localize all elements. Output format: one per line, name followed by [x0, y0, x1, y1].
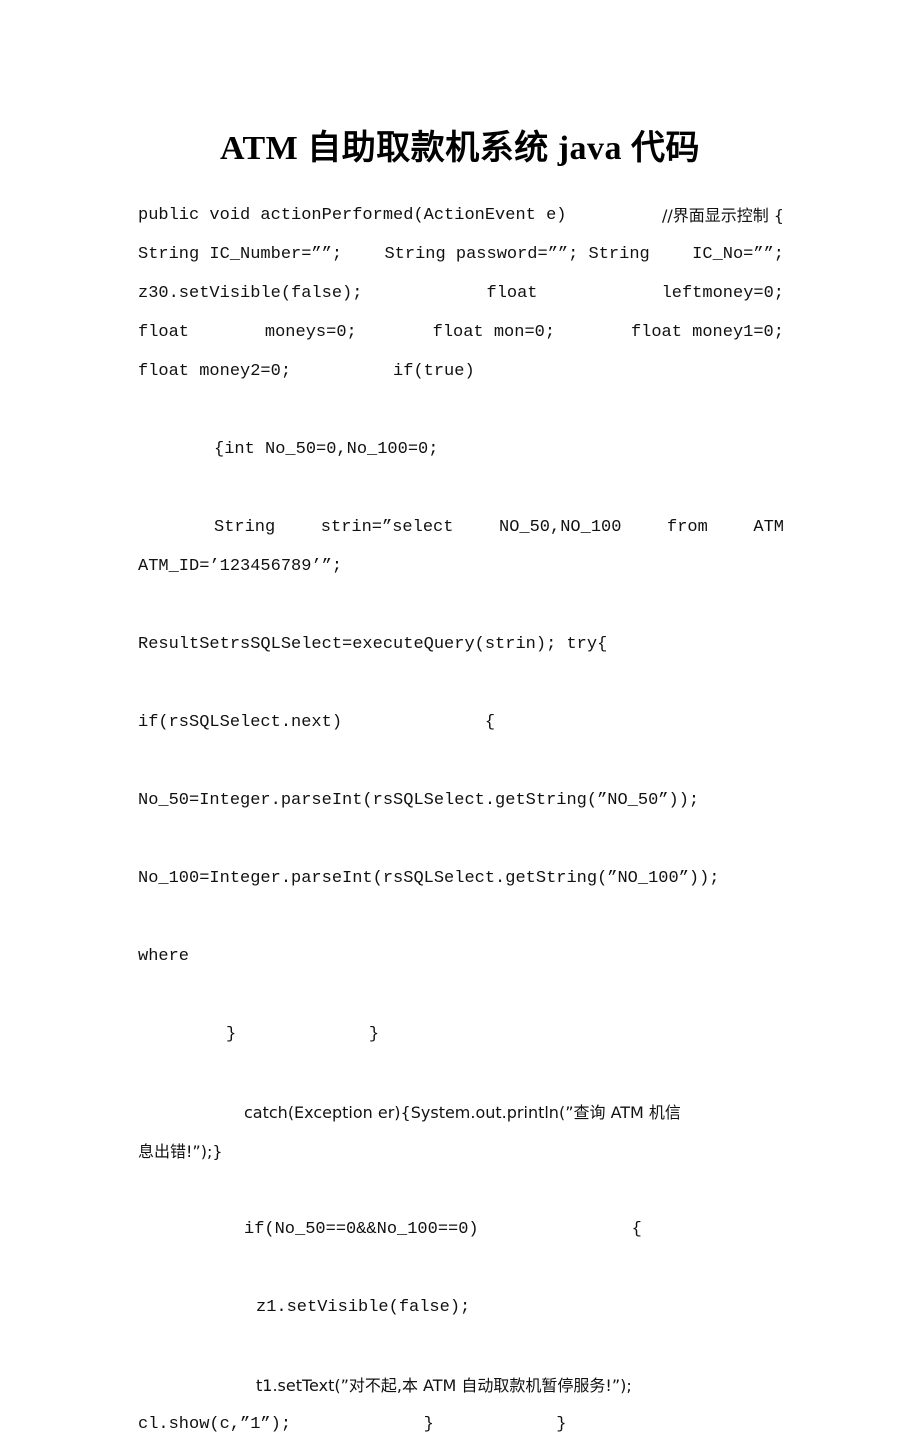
code-line: {int No_50=0,No_100=0;	[214, 440, 439, 459]
code-line: ResultSetrsSQLSelect=executeQuery(strin)…	[138, 635, 608, 654]
code-segment: NO_50,NO_100	[499, 518, 622, 537]
code-segment: //界面显示控制 {	[661, 206, 784, 225]
code-line: if(No_50==0&&No_100==0) {	[244, 1220, 642, 1239]
code-line: ATM_ID=’123456789’”;	[138, 557, 343, 576]
code-segment: String	[214, 518, 276, 537]
code-segment: float	[138, 323, 190, 342]
page-title: ATM 自助取款机系统 java 代码	[219, 129, 701, 167]
code-segment: strin=”select	[320, 518, 454, 537]
code-line: No_100=Integer.parseInt(rsSQLSelect.getS…	[138, 869, 720, 888]
code-segment: t1.setText(”对不起,本 ATM 自动取款机暂停服务!”);	[256, 1376, 632, 1395]
code-line: float moneys=0; float mon=0; float money1=0…	[138, 313, 784, 352]
code-line: No_50=Integer.parseInt(rsSQLSelect.getSt…	[138, 791, 700, 810]
code-line: } }	[226, 1025, 380, 1044]
code-line: catch(Exception er){System.out.println(”…	[138, 1093, 784, 1132]
code-segment: float	[486, 284, 538, 303]
code-segment: String IC_Number=””;	[138, 245, 343, 264]
code-line: String IC_Number=””; String password=””; …	[138, 235, 784, 274]
code-line: 息出错!”);}	[138, 1142, 223, 1161]
code-segment: public void actionPerformed(ActionEvent …	[138, 206, 567, 225]
code-segment: float mon=0;	[432, 323, 556, 342]
code-segment: z30.setVisible(false);	[138, 284, 363, 303]
code-line: z1.setVisible(false);	[256, 1298, 471, 1317]
code-line: public void actionPerformed(ActionEvent …	[138, 196, 784, 235]
code-line: float money2=0; if(true)	[138, 362, 475, 381]
code-block: public void actionPerformed(ActionEvent …	[138, 196, 784, 1444]
code-line: cl.show(c,”1”); } }	[138, 1415, 567, 1434]
code-line: t1.setText(”对不起,本 ATM 自动取款机暂停服务!”);	[138, 1366, 784, 1405]
code-segment: String password=””; String	[384, 245, 650, 264]
code-line: String strin=”select NO_50,NO_100 from ATM	[138, 508, 784, 547]
document-page: ATM 自助取款机系统 java 代码 public void actionPe…	[0, 0, 920, 1434]
code-segment: catch(Exception er){System.out.println(”…	[244, 1103, 681, 1122]
code-line: where	[138, 947, 190, 966]
code-segment: from	[667, 518, 708, 537]
code-segment: IC_No=””;	[692, 245, 784, 264]
code-segment: ATM	[753, 518, 784, 537]
code-line: z30.setVisible(false); float leftmoney=0;	[138, 274, 784, 313]
code-segment: moneys=0;	[264, 323, 357, 342]
code-segment: float money1=0;	[630, 323, 784, 342]
code-segment: leftmoney=0;	[661, 284, 784, 303]
code-line: if(rsSQLSelect.next) {	[138, 713, 496, 732]
